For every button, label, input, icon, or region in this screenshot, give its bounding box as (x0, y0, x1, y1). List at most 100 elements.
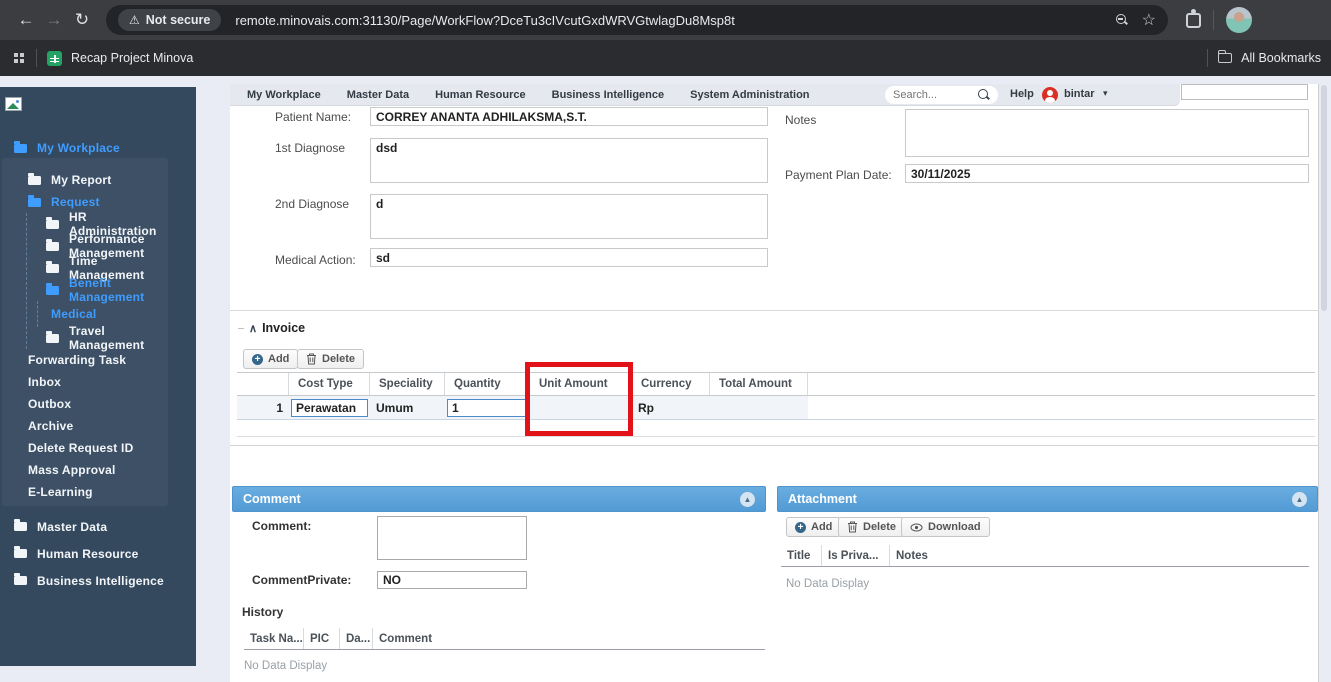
comment-private-input[interactable] (377, 571, 527, 589)
sidebar-item-human-resource[interactable]: Human Resource (14, 540, 194, 567)
cost-type-input[interactable] (291, 398, 368, 417)
all-bookmarks-button[interactable]: All Bookmarks (1241, 51, 1321, 65)
invoice-delete-button[interactable]: Delete (297, 349, 365, 369)
cell-unit-amount[interactable] (530, 396, 632, 419)
col-currency[interactable]: Currency (632, 373, 710, 395)
trash-icon (307, 353, 316, 365)
sidebar-item-inbox[interactable]: Inbox (2, 371, 168, 393)
cell-total-amount[interactable] (710, 396, 808, 419)
sidebar-item-label: Delete Request ID (28, 441, 134, 455)
invoice-add-button[interactable]: + Add (243, 349, 299, 369)
plus-icon: + (795, 521, 806, 533)
attachment-add-button[interactable]: + Add (786, 517, 842, 537)
sidebar-item-label: Medical (51, 307, 97, 321)
sidebar-item-forwarding-task[interactable]: Forwarding Task (2, 349, 168, 371)
notes-textarea[interactable] (905, 109, 1309, 157)
chevron-down-icon[interactable]: ▾ (1103, 88, 1108, 99)
sidebar-item-master-data[interactable]: Master Data (14, 513, 194, 540)
second-diagnose-textarea[interactable]: d (370, 194, 768, 239)
sidebar-item-delete-request-id[interactable]: Delete Request ID (2, 437, 168, 459)
forward-icon[interactable]: → (40, 10, 68, 30)
browser-profile-avatar[interactable] (1226, 7, 1252, 33)
menu-my-workplace[interactable]: My Workplace (247, 89, 321, 101)
warning-icon: ⚠ (129, 13, 140, 27)
col-cost-type[interactable]: Cost Type (289, 373, 370, 395)
invoice-section-bottom-border (230, 445, 1319, 446)
col-speciality[interactable]: Speciality (370, 373, 445, 395)
apps-grid-icon[interactable] (14, 53, 18, 57)
sidebar-item-outbox[interactable]: Outbox (2, 393, 168, 415)
sidebar-item-travel-management[interactable]: Travel Management (27, 324, 168, 352)
patient-name-input[interactable] (370, 107, 768, 126)
sidebar-item-label: My Report (51, 173, 112, 187)
sidebar-item-label: Travel Management (69, 324, 145, 352)
address-bar[interactable]: ⚠ Not secure remote.minovais.com:31130/P… (106, 5, 1168, 35)
bookmark-star-icon[interactable]: ☆ (1142, 10, 1156, 30)
first-diagnose-textarea[interactable]: dsd (370, 138, 768, 183)
sidebar-item-my-workplace[interactable]: My Workplace (14, 137, 120, 159)
menu-master-data[interactable]: Master Data (347, 89, 409, 101)
sidebar-item-mass-approval[interactable]: Mass Approval (2, 459, 168, 481)
broken-image-icon (5, 97, 22, 111)
col-comment[interactable]: Comment (373, 628, 765, 649)
invoice-row[interactable]: 1 Umum Rp (237, 396, 1315, 420)
attachment-download-button[interactable]: Download (901, 517, 990, 537)
col-title[interactable]: Title (781, 545, 822, 566)
col-quantity[interactable]: Quantity (445, 373, 530, 395)
cell-rownum: 1 (237, 396, 289, 419)
sidebar-item-label: Request (51, 195, 100, 209)
payment-plan-date-input[interactable] (905, 164, 1309, 183)
collapse-icon[interactable]: ▲ (740, 491, 755, 507)
col-unit-amount[interactable]: Unit Amount (530, 373, 632, 395)
collapse-chevron-icon[interactable]: ∧ (249, 322, 257, 335)
user-avatar[interactable] (1042, 87, 1058, 103)
sidebar-item-label: Master Data (37, 519, 108, 534)
search-icon[interactable] (978, 89, 990, 101)
top-right-field[interactable] (1181, 84, 1308, 100)
col-filler (808, 373, 1315, 395)
menu-business-intelligence[interactable]: Business Intelligence (552, 89, 664, 101)
menu-system-administration[interactable]: System Administration (690, 89, 809, 101)
col-total-amount[interactable]: Total Amount (710, 373, 808, 395)
security-badge[interactable]: ⚠ Not secure (118, 9, 222, 31)
payment-plan-date-label: Payment Plan Date: (785, 168, 892, 182)
collapse-icon[interactable]: ▲ (1292, 491, 1307, 507)
sidebar-item-benefit-management[interactable]: Benefit Management (27, 276, 168, 304)
help-button[interactable]: Help (1010, 88, 1034, 100)
sidebar-submenu-panel: My Report Request HR Administration Perf… (2, 158, 168, 506)
col-task-name[interactable]: Task Na... (244, 628, 304, 649)
col-date[interactable]: Da... (340, 628, 373, 649)
bookmarks-divider-right (1207, 49, 1209, 67)
reload-icon[interactable]: ↻ (68, 10, 96, 30)
col-notes[interactable]: Notes (890, 545, 1309, 566)
scrollbar-thumb[interactable] (1321, 85, 1327, 311)
col-is-private[interactable]: Is Priva... (822, 545, 890, 566)
invoice-section-header[interactable]: ∧ Invoice (238, 321, 305, 335)
quantity-input[interactable] (447, 398, 528, 417)
comment-textarea[interactable] (377, 516, 527, 560)
extensions-icon[interactable] (1186, 8, 1201, 28)
comment-panel-header[interactable]: Comment ▲ (232, 486, 766, 512)
zoom-icon[interactable] (1115, 14, 1128, 26)
attachment-delete-button[interactable]: Delete (838, 517, 906, 537)
cell-currency[interactable]: Rp (632, 396, 710, 419)
user-menu[interactable]: bintar (1064, 88, 1095, 100)
bookmark-item[interactable]: Recap Project Minova (71, 51, 193, 65)
folder-icon (46, 260, 59, 273)
invoice-table: Cost Type Speciality Quantity Unit Amoun… (237, 372, 1315, 420)
button-label: Download (928, 521, 981, 533)
search-input[interactable] (893, 89, 968, 101)
menu-human-resource[interactable]: Human Resource (435, 89, 525, 101)
medical-action-input[interactable] (370, 248, 768, 267)
cell-speciality[interactable]: Umum (370, 396, 445, 419)
col-pic[interactable]: PIC (304, 628, 340, 649)
sidebar-item-e-learning[interactable]: E-Learning (2, 481, 168, 503)
sidebar-item-archive[interactable]: Archive (2, 415, 168, 437)
history-empty-text: No Data Display (244, 660, 328, 672)
back-icon[interactable]: ← (12, 10, 40, 30)
attachment-panel-header[interactable]: Attachment ▲ (777, 486, 1318, 512)
url-text[interactable]: remote.minovais.com:31130/Page/WorkFlow?… (235, 13, 1105, 28)
sidebar-item-my-report[interactable]: My Report (2, 169, 168, 191)
sidebar-item-business-intelligence[interactable]: Business Intelligence (14, 567, 194, 594)
sidebar-item-label: Benefit Management (69, 276, 145, 304)
